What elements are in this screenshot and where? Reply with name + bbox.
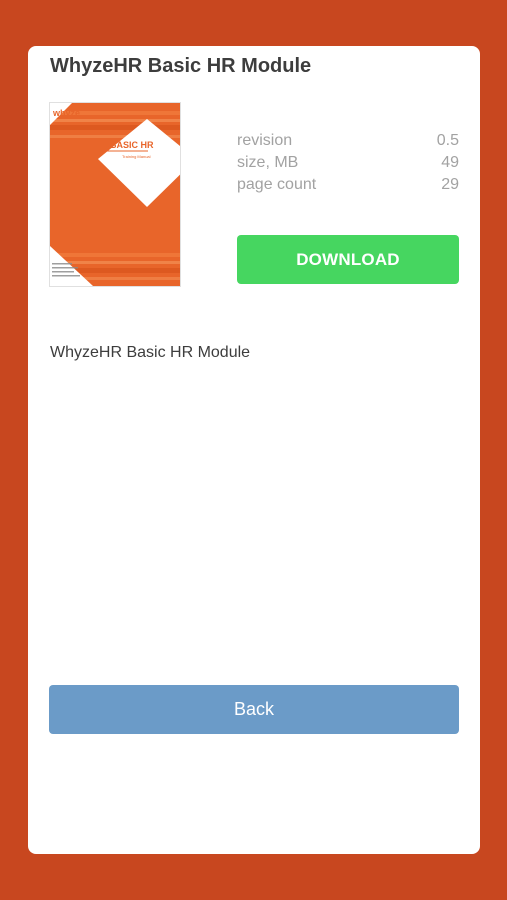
cover-subheading: Training Manual [122,154,151,159]
cover-logo: whyze [52,108,80,118]
detail-value: 29 [441,176,459,193]
cover-heading: BASIC HR [110,140,154,150]
detail-row-size: size, MB 49 [237,152,459,174]
download-button[interactable]: DOWNLOAD [237,235,459,284]
document-details: revision 0.5 size, MB 49 page count 29 [237,130,459,196]
cover-image: whyze BASIC HR Training Manual [50,103,180,286]
detail-label: size, MB [237,154,299,171]
document-cover-thumbnail: whyze BASIC HR Training Manual [49,102,181,287]
document-title: WhyzeHR Basic HR Module [50,55,312,77]
back-button[interactable]: Back [49,685,459,734]
document-description: WhyzeHR Basic HR Module [50,344,251,361]
detail-row-page-count: page count 29 [237,174,459,196]
detail-label: revision [237,132,293,149]
detail-row-revision: revision 0.5 [237,130,459,152]
detail-value: 0.5 [436,132,459,149]
detail-label: page count [237,176,317,193]
detail-value: 49 [441,154,459,171]
document-card: WhyzeHR Basic HR Module whyze BASIC HR T… [28,46,480,854]
